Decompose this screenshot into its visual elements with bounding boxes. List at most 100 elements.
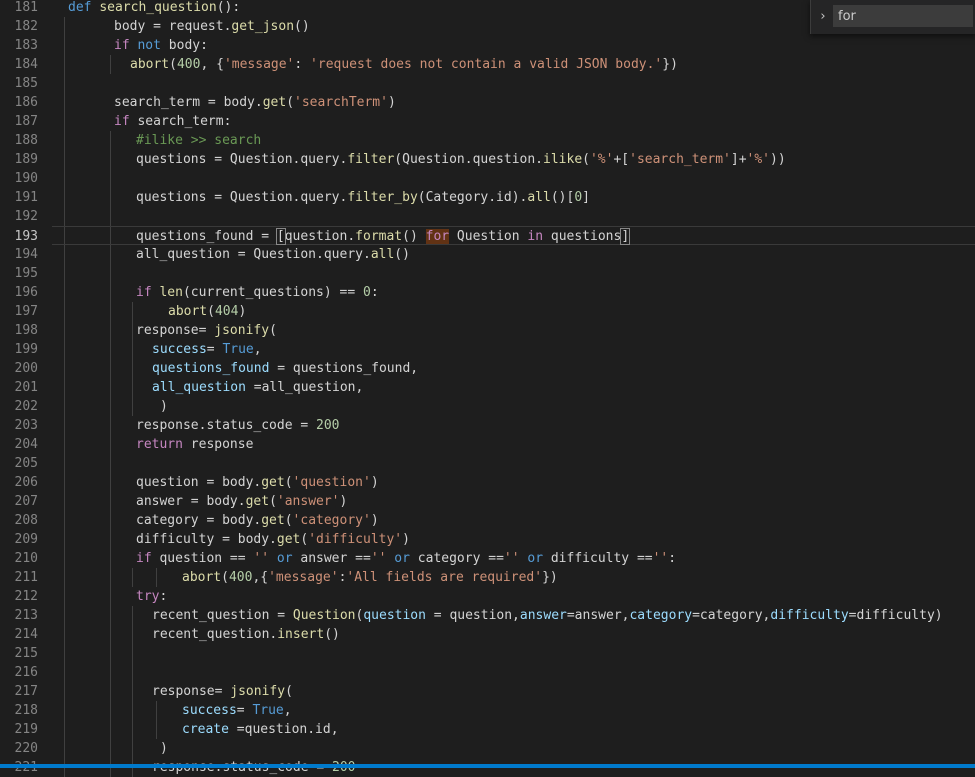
- code-token: response=: [152, 684, 231, 699]
- line-number: 188: [14, 133, 38, 148]
- code-token: or: [269, 551, 301, 566]
- code-token: questions: [543, 229, 622, 244]
- code-token: return: [136, 437, 191, 452]
- code-token: '': [503, 551, 520, 566]
- line-number: 185: [14, 76, 38, 91]
- code-line[interactable]: 217 response= jsonify(: [0, 682, 975, 701]
- code-line[interactable]: 188 #ilike >> search: [0, 131, 975, 150]
- code-token: get: [276, 532, 301, 547]
- code-line[interactable]: 199 success= True,: [0, 340, 975, 359]
- code-line[interactable]: 195: [0, 264, 975, 283]
- code-token: get: [261, 513, 285, 528]
- code-line[interactable]: 204 return response: [0, 435, 975, 454]
- code-line[interactable]: 187 if search_term:: [0, 112, 975, 131]
- line-number: 191: [14, 190, 38, 205]
- code-token: Question: [449, 229, 528, 244]
- code-line[interactable]: 214 recent_question.insert(): [0, 625, 975, 644]
- code-token: }): [662, 57, 678, 72]
- code-text: abort(400,{'message':'All fields are req…: [182, 568, 558, 587]
- find-widget: ›: [810, 0, 975, 34]
- code-token: search_term = body.: [114, 95, 263, 110]
- code-token: len: [159, 285, 183, 300]
- code-line[interactable]: 193 questions_found = [question.format() …: [15, 226, 975, 246]
- code-token: (: [169, 57, 177, 72]
- code-line[interactable]: 206 question = body.get('question'): [0, 473, 975, 492]
- code-token: if: [136, 285, 160, 300]
- code-token: }): [542, 570, 558, 585]
- code-line[interactable]: 211 abort(400,{'message':'All fields are …: [0, 568, 975, 587]
- code-line[interactable]: 198 response= jsonify(: [0, 321, 975, 340]
- code-line[interactable]: 194 all_question = Question.query.all(): [0, 245, 975, 264]
- code-token: success: [182, 703, 237, 718]
- code-text: questions_found = [question.format() for…: [136, 227, 631, 246]
- code-token: (: [285, 684, 293, 699]
- code-line[interactable]: 202): [0, 397, 975, 416]
- code-token: all_question: [152, 380, 246, 395]
- code-editor[interactable]: 181 def search_question(): 182 body = reque…: [0, 0, 975, 777]
- chevron-right-icon[interactable]: ›: [815, 8, 831, 26]
- code-line[interactable]: 183 if not body:: [0, 36, 975, 55]
- code-text: recent_question.insert(): [152, 625, 340, 644]
- code-line[interactable]: 191 questions = Question.query.filter_by(…: [0, 188, 975, 207]
- code-line[interactable]: 208 category = body.get('category'): [0, 511, 975, 530]
- line-number: 181: [14, 0, 38, 15]
- code-token: in: [527, 229, 544, 244]
- code-token: , {: [200, 57, 224, 72]
- code-token: category: [629, 608, 693, 623]
- code-token: filter_by: [347, 190, 418, 205]
- code-line[interactable]: 219 create =question.id,: [0, 720, 975, 739]
- code-token: 404: [214, 304, 239, 319]
- line-number: 187: [14, 114, 38, 129]
- code-line[interactable]: 207 answer = body.get('answer'): [0, 492, 975, 511]
- code-line[interactable]: 190: [0, 169, 975, 188]
- code-token: 'request does not contain a valid JSON b…: [310, 57, 663, 72]
- line-number: 214: [14, 627, 38, 642]
- line-number: 202: [14, 399, 38, 414]
- code-line[interactable]: 196 if len(current_questions) == 0:: [0, 283, 975, 302]
- code-line[interactable]: 184 abort(400, {'message': 'request does …: [0, 55, 975, 74]
- code-token: :: [668, 551, 677, 566]
- code-line[interactable]: 203 response.status_code = 200: [0, 416, 975, 435]
- find-input[interactable]: [833, 5, 973, 27]
- code-token: or: [386, 551, 418, 566]
- code-token: body = request.: [114, 19, 232, 34]
- status-bar: [0, 764, 975, 768]
- code-line[interactable]: 215: [0, 644, 975, 663]
- code-line[interactable]: 209 difficulty = body.get('difficulty'): [0, 530, 975, 549]
- code-token: def: [68, 0, 100, 15]
- code-line[interactable]: 201 all_question =all_question,: [0, 378, 975, 397]
- code-token: search_question: [99, 0, 217, 15]
- code-line[interactable]: 197 abort(404): [0, 302, 975, 321]
- code-line[interactable]: 220): [0, 739, 975, 758]
- code-token: (Question.question.: [394, 152, 544, 167]
- code-line[interactable]: 186 search_term = body.get('searchTerm'): [0, 93, 975, 112]
- code-token: (: [221, 570, 229, 585]
- code-token: 400: [228, 570, 253, 585]
- code-line[interactable]: 216: [0, 663, 975, 682]
- code-line[interactable]: 212 try:: [0, 587, 975, 606]
- find-match: for: [425, 229, 450, 244]
- code-line[interactable]: 189 questions = Question.query.filter(Que…: [0, 150, 975, 169]
- line-number: 186: [14, 95, 38, 110]
- code-token: True: [222, 342, 254, 357]
- code-token: try: [136, 589, 160, 604]
- code-line[interactable]: 192: [0, 207, 975, 226]
- code-line[interactable]: 185: [0, 74, 975, 93]
- code-token: format: [355, 229, 403, 244]
- code-line[interactable]: 200 questions_found = questions_found,: [0, 359, 975, 378]
- code-line[interactable]: 210 if question == '' or answer =='' or c…: [0, 549, 975, 568]
- code-token: question: [363, 608, 426, 623]
- matching-bracket: ]: [620, 228, 631, 245]
- code-token: question ==: [159, 551, 254, 566]
- code-token: +[: [613, 152, 630, 167]
- code-token: ): [387, 95, 396, 110]
- code-token: = questions_found,: [269, 361, 419, 376]
- code-line[interactable]: 218 success= True,: [0, 701, 975, 720]
- code-token: '%': [589, 152, 614, 167]
- code-line[interactable]: 213 recent_question = Question(question =…: [0, 606, 975, 625]
- code-token: :: [370, 285, 379, 300]
- code-token: ): [238, 304, 247, 319]
- code-token: all: [370, 247, 395, 262]
- code-text: recent_question = Question(question = qu…: [152, 606, 943, 625]
- code-line[interactable]: 205: [0, 454, 975, 473]
